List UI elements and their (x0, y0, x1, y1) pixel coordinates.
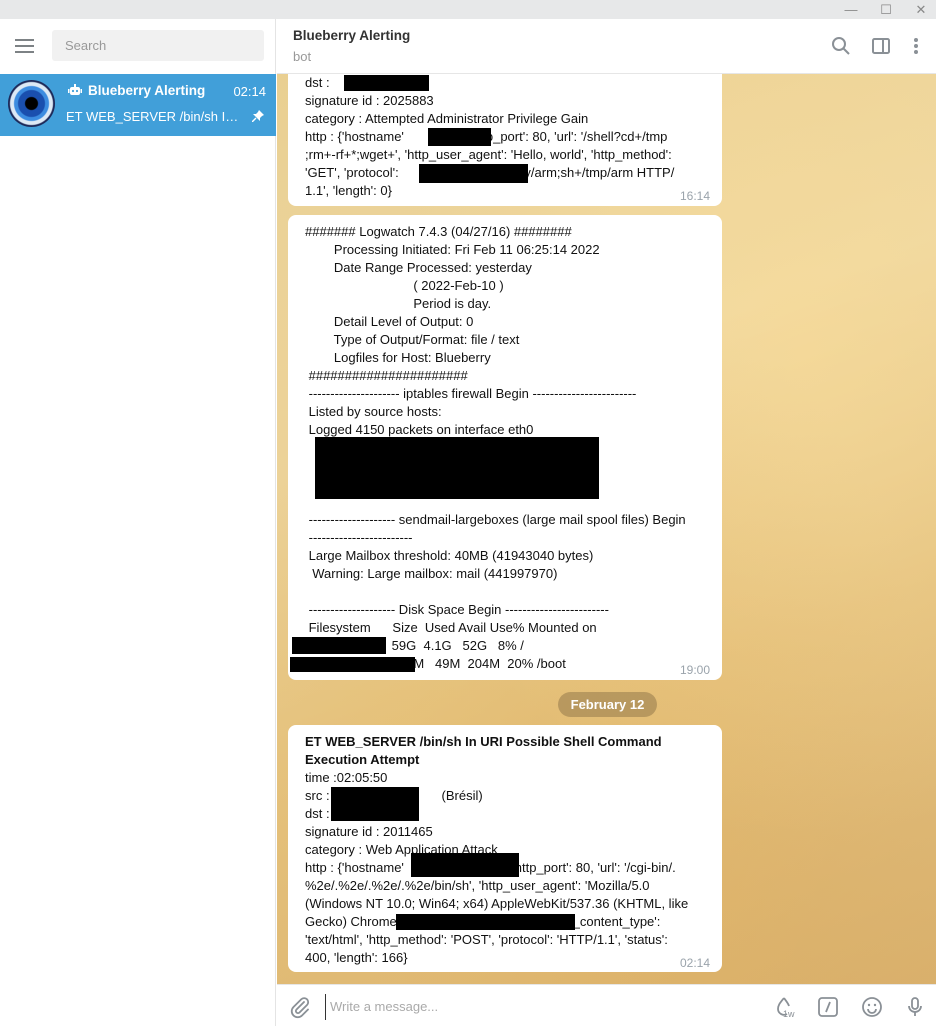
message-line: 'text/html', 'http_method': 'POST', 'pro… (305, 932, 668, 947)
message-bubble[interactable]: dst : signature id : 2025883 category : … (288, 74, 722, 206)
chat-list-panel: Search Blueberry Alerting 02:14 ET WEB_S… (0, 19, 276, 1026)
schedule-badge: 1w (783, 1009, 795, 1019)
window-titlebar: — ☐ ✕ (0, 0, 936, 19)
chat-list-item[interactable]: Blueberry Alerting 02:14 ET WEB_SERVER /… (0, 74, 276, 136)
chat-time: 02:14 (233, 84, 266, 99)
redaction (315, 437, 599, 499)
message-line: 400, 'length': 166} (305, 950, 408, 965)
redaction (396, 914, 575, 930)
message-line: Listed by source hosts: (305, 404, 442, 419)
message-line: ------------------------ (305, 530, 413, 545)
message-line: -------------------- sendmail-largeboxes… (305, 512, 686, 527)
message-line: ###################### (305, 368, 468, 383)
message-time: 16:14 (679, 189, 710, 203)
close-button[interactable]: ✕ (903, 0, 936, 19)
message-line: ( 2022-Feb-10 ) (305, 278, 504, 293)
message-line: signature id : 2011465 (305, 824, 433, 839)
chat-subtitle: bot (293, 49, 312, 64)
attach-icon[interactable] (288, 995, 312, 1019)
message-line: %2e/.%2e/.%2e/.%2e/bin/sh', 'http_user_a… (305, 878, 650, 893)
message-line: category : Attempted Administrator Privi… (305, 111, 589, 126)
chat-header: Blueberry Alerting bot (277, 19, 936, 74)
message-area[interactable]: dst : signature id : 2025883 category : … (277, 74, 936, 984)
redaction (344, 75, 429, 91)
message-title: ET WEB_SERVER /bin/sh In URI Possible Sh… (305, 734, 662, 749)
message-composer: Write a message... 1w (277, 984, 936, 1026)
redaction (428, 128, 491, 146)
mic-icon[interactable] (903, 995, 927, 1019)
message-line: 1.1', 'length': 0} (305, 183, 392, 198)
more-icon[interactable] (904, 34, 928, 58)
message-line: Filesystem Size Used Avail Use% Mounted … (305, 620, 597, 635)
maximize-button[interactable]: ☐ (868, 0, 904, 19)
message-line: Logfiles for Host: Blueberry (305, 350, 491, 365)
message-line: Type of Output/Format: file / text (305, 332, 520, 347)
chat-title[interactable]: Blueberry Alerting (293, 28, 410, 43)
message-title: Execution Attempt (305, 752, 420, 767)
message-time: 02:14 (679, 956, 710, 970)
message-bubble[interactable]: ####### Logwatch 7.4.3 (04/27/16) ######… (288, 215, 722, 680)
message-line: time :02:05:50 (305, 770, 388, 785)
message-line: --------------------- iptables firewall … (305, 386, 637, 401)
emoji-icon[interactable] (860, 995, 884, 1019)
message-line: ;rm+-rf+*;wget+', 'http_user_agent': 'He… (305, 147, 672, 162)
message-line: (Windows NT 10.0; Win64; x64) AppleWebKi… (305, 896, 689, 911)
message-bubble[interactable]: ET WEB_SERVER /bin/sh In URI Possible Sh… (288, 725, 722, 972)
pin-icon (252, 110, 264, 122)
search-input[interactable]: Search (52, 30, 264, 61)
sidebar-toggle-icon[interactable] (869, 34, 893, 58)
redaction (290, 657, 415, 672)
date-separator: February 12 (558, 692, 657, 717)
redaction (331, 803, 419, 821)
search-icon[interactable] (829, 34, 853, 58)
message-input[interactable]: Write a message... (325, 994, 755, 1020)
message-time: 19:00 (679, 663, 710, 677)
message-line: Warning: Large mailbox: mail (441997970) (305, 566, 558, 581)
bot-icon (68, 84, 82, 95)
message-line: -------------------- Disk Space Begin --… (305, 602, 609, 617)
message-line: Period is day. (305, 296, 492, 311)
menu-icon[interactable] (15, 39, 35, 53)
avatar (8, 80, 55, 127)
message-line: dst : (305, 75, 334, 90)
redaction (411, 853, 519, 877)
message-line: Detail Level of Output: 0 (305, 314, 474, 329)
message-line: signature id : 2025883 (305, 93, 434, 108)
chat-preview: ET WEB_SERVER /bin/sh In URI Possible Sh… (66, 109, 241, 124)
redaction (292, 637, 386, 654)
message-line: Large Mailbox threshold: 40MB (41943040 … (305, 548, 594, 563)
chat-name: Blueberry Alerting (88, 83, 206, 98)
message-line: dst : (305, 806, 334, 821)
minimize-button[interactable]: — (833, 0, 869, 19)
message-line: Processing Initiated: Fri Feb 11 06:25:1… (305, 242, 600, 257)
commands-icon[interactable] (816, 995, 840, 1019)
message-line: Date Range Processed: yesterday (305, 260, 532, 275)
message-line: ####### Logwatch 7.4.3 (04/27/16) ######… (305, 224, 572, 239)
redaction (419, 164, 528, 183)
